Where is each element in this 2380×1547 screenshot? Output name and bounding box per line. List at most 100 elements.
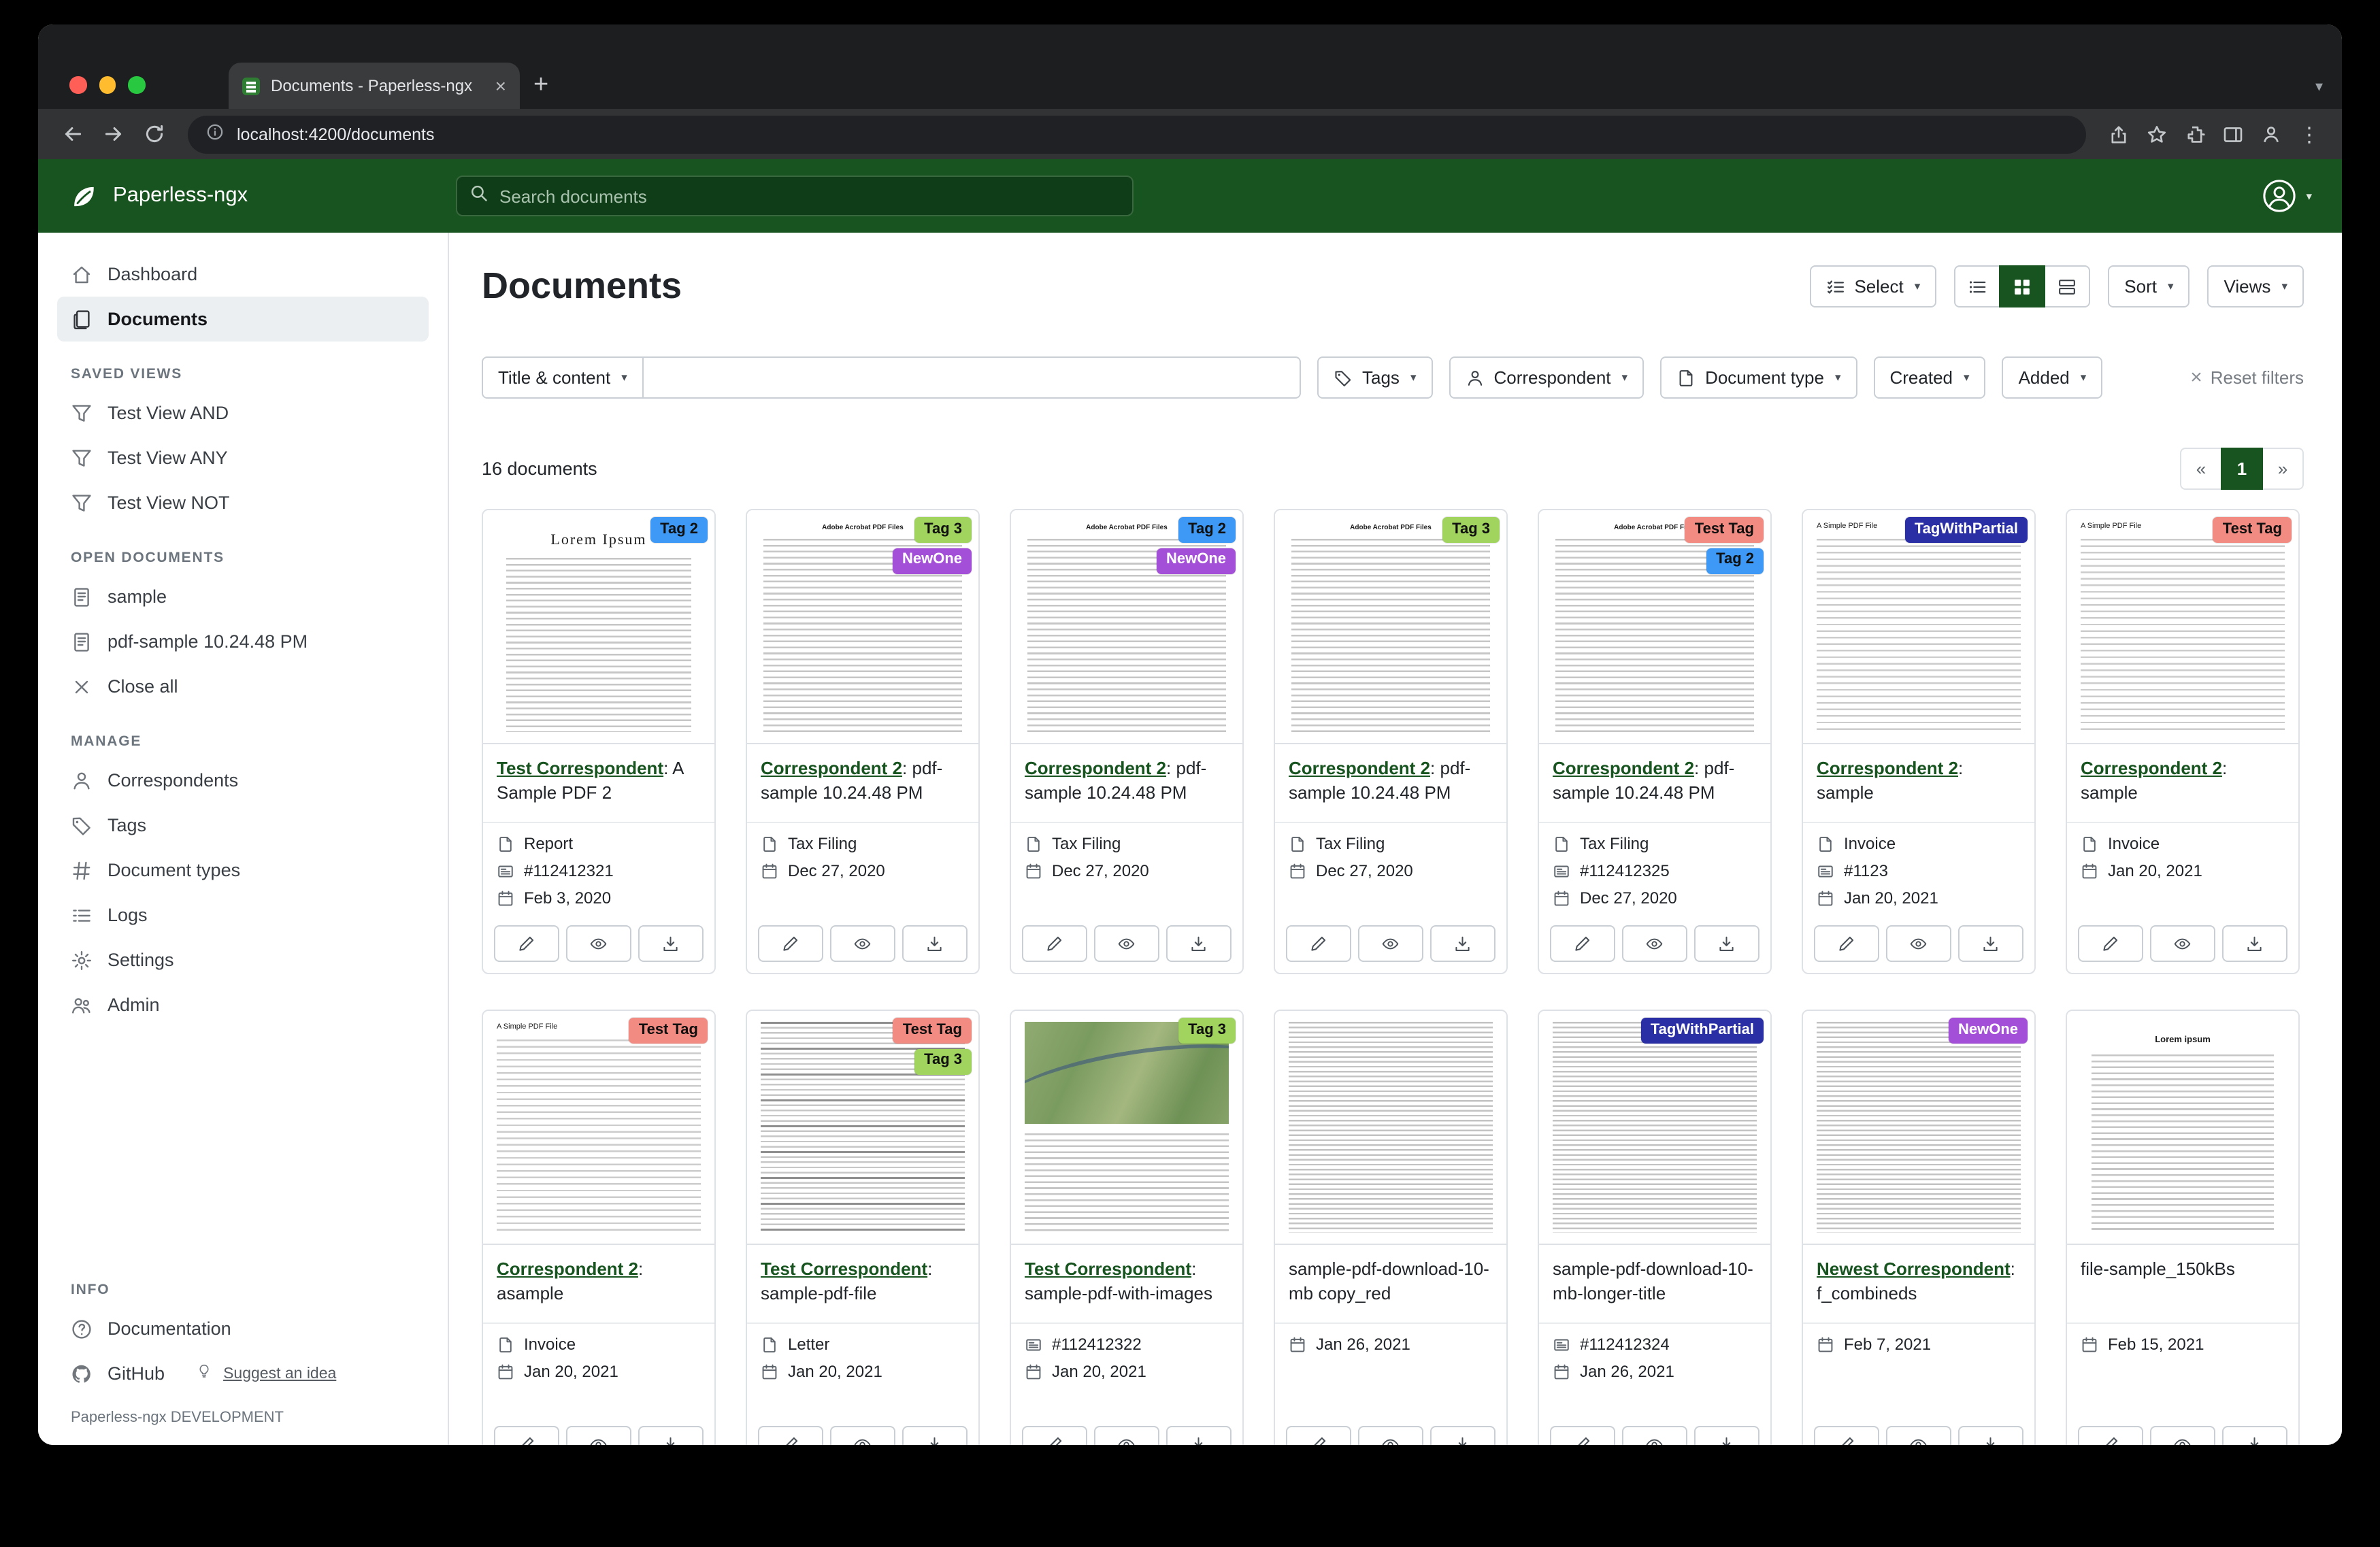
correspondent-link[interactable]: Newest Correspondent [1817, 1259, 2011, 1279]
correspondent-filter-button[interactable]: Correspondent▾ [1449, 356, 1644, 399]
sidebar-item-dashboard[interactable]: Dashboard [57, 252, 429, 297]
download-button[interactable] [902, 1426, 968, 1445]
correspondent-link[interactable]: Correspondent 2 [1553, 758, 1694, 778]
views-button[interactable]: Views▾ [2208, 265, 2304, 307]
view-button[interactable] [1094, 1426, 1159, 1445]
sidebar-item-github[interactable]: GitHub Suggest an idea [57, 1351, 429, 1396]
reload-button[interactable] [136, 116, 171, 152]
view-button[interactable] [2150, 925, 2215, 962]
sidebar-item-pdf-sample-10-24-48-pm[interactable]: pdf-sample 10.24.48 PM [57, 619, 429, 664]
document-thumbnail[interactable]: Tag 2NewOne Adobe Acrobat PDF Files [1011, 510, 1242, 744]
forward-button[interactable] [95, 116, 131, 152]
download-button[interactable] [1958, 925, 2023, 962]
correspondent-link[interactable]: Correspondent 2 [2081, 758, 2222, 778]
sidebar-item-test-view-any[interactable]: Test View ANY [57, 435, 429, 480]
download-button[interactable] [1166, 925, 1232, 962]
tab-close-icon[interactable]: × [495, 76, 506, 95]
edit-button[interactable] [1022, 1426, 1087, 1445]
tag-badge[interactable]: NewOne [1157, 548, 1236, 574]
document-thumbnail[interactable]: NewOne [1803, 1011, 2034, 1245]
correspondent-link[interactable]: Correspondent 2 [1817, 758, 1958, 778]
edit-button[interactable] [1814, 925, 1879, 962]
view-button[interactable] [1358, 925, 1423, 962]
correspondent-link[interactable]: Test Correspondent [497, 758, 663, 778]
document-thumbnail[interactable]: TagWithPartial A Simple PDF File [1803, 510, 2034, 744]
download-button[interactable] [2222, 925, 2287, 962]
list-view-button[interactable] [1954, 265, 2000, 307]
sidebar-item-documents[interactable]: Documents [57, 297, 429, 342]
document-card[interactable]: Lorem ipsum file-sample_150kBs Feb 15, 2… [2066, 1010, 2300, 1445]
sidebar-item-sample[interactable]: sample [57, 574, 429, 619]
edit-button[interactable] [494, 925, 559, 962]
profile-avatar-icon[interactable] [2255, 118, 2287, 150]
download-button[interactable] [638, 925, 704, 962]
document-card[interactable]: Tag 3NewOne Adobe Acrobat PDF Files Corr… [746, 509, 980, 974]
sidebar-item-test-view-and[interactable]: Test View AND [57, 390, 429, 435]
edit-button[interactable] [1286, 1426, 1351, 1445]
browser-menu-icon[interactable]: ⋮ [2293, 118, 2326, 150]
tag-badge[interactable]: Tag 3 [1178, 1018, 1236, 1044]
tag-badge[interactable]: Tag 3 [914, 1049, 972, 1075]
document-thumbnail[interactable]: Test Tag A Simple PDF File [483, 1011, 714, 1245]
correspondent-link[interactable]: Test Correspondent [761, 1259, 927, 1279]
download-button[interactable] [1694, 925, 1759, 962]
filter-field-dropdown[interactable]: Title & content▾ [482, 356, 644, 399]
tab-search-icon[interactable]: ▾ [2315, 78, 2323, 95]
app-logo[interactable]: Paperless-ngx [68, 180, 456, 212]
user-menu[interactable]: ▾ [2261, 178, 2312, 214]
back-button[interactable] [54, 116, 90, 152]
address-bar[interactable]: localhost:4200/documents [188, 115, 2086, 153]
download-button[interactable] [1430, 1426, 1495, 1445]
tag-badge[interactable]: Tag 2 [1178, 517, 1236, 543]
correspondent-link[interactable]: Correspondent 2 [497, 1259, 638, 1279]
view-button[interactable] [1886, 925, 1951, 962]
created-filter-button[interactable]: Created▾ [1874, 356, 1986, 399]
document-card[interactable]: NewOne Newest Correspondent: f_combineds… [1802, 1010, 2036, 1445]
title-content-input[interactable] [644, 356, 1301, 399]
sort-button[interactable]: Sort▾ [2108, 265, 2189, 307]
bookmark-star-icon[interactable] [2141, 118, 2173, 150]
edit-button[interactable] [758, 1426, 823, 1445]
added-filter-button[interactable]: Added▾ [2002, 356, 2103, 399]
share-icon[interactable] [2102, 118, 2135, 150]
zoom-window-button[interactable] [128, 76, 145, 93]
tag-badge[interactable]: Tag 2 [1706, 548, 1764, 574]
document-card[interactable]: Tag 3 Test Correspondent: sample-pdf-wit… [1010, 1010, 1244, 1445]
document-thumbnail[interactable]: Test TagTag 3 [747, 1011, 978, 1245]
view-button[interactable] [566, 1426, 631, 1445]
sidebar-item-close-all[interactable]: Close all [57, 664, 429, 709]
close-window-button[interactable] [69, 76, 86, 93]
document-card[interactable]: Tag 3 Adobe Acrobat PDF Files Correspond… [1274, 509, 1508, 974]
detail-view-button[interactable] [2044, 265, 2090, 307]
view-button[interactable] [1886, 1426, 1951, 1445]
document-card[interactable]: TagWithPartial sample-pdf-download-10-mb… [1538, 1010, 1772, 1445]
grid-view-button[interactable] [1999, 265, 2045, 307]
view-button[interactable] [830, 1426, 895, 1445]
document-thumbnail[interactable]: Tag 3 Adobe Acrobat PDF Files [1275, 510, 1506, 744]
correspondent-link[interactable]: Test Correspondent [1025, 1259, 1191, 1279]
document-thumbnail[interactable]: TagWithPartial [1539, 1011, 1770, 1245]
document-thumbnail[interactable]: Lorem ipsum [2067, 1011, 2298, 1245]
tag-badge[interactable]: NewOne [1949, 1018, 2028, 1044]
suggest-idea-link[interactable]: Suggest an idea [196, 1363, 336, 1384]
document-card[interactable]: Tag 2 Lorem Ipsum Test Correspondent: A … [482, 509, 716, 974]
download-button[interactable] [1958, 1426, 2023, 1445]
tag-badge[interactable]: Test Tag [1685, 517, 1764, 543]
download-button[interactable] [1694, 1426, 1759, 1445]
document-thumbnail[interactable]: Tag 3 [1011, 1011, 1242, 1245]
sidebar-item-logs[interactable]: Logs [57, 893, 429, 937]
view-button[interactable] [830, 925, 895, 962]
document-card[interactable]: Test TagTag 2 Adobe Acrobat PDF Files Co… [1538, 509, 1772, 974]
view-button[interactable] [1622, 1426, 1687, 1445]
document-thumbnail[interactable] [1275, 1011, 1506, 1245]
edit-button[interactable] [494, 1426, 559, 1445]
edit-button[interactable] [758, 925, 823, 962]
tag-badge[interactable]: Test Tag [2213, 517, 2292, 543]
download-button[interactable] [2222, 1426, 2287, 1445]
tag-badge[interactable]: Tag 2 [650, 517, 708, 543]
sidebar-item-admin[interactable]: Admin [57, 982, 429, 1027]
sidebar-item-documentation[interactable]: Documentation [57, 1306, 429, 1351]
document-card[interactable]: Test Tag A Simple PDF File Correspondent… [2066, 509, 2300, 974]
correspondent-link[interactable]: Correspondent 2 [1025, 758, 1166, 778]
edit-button[interactable] [2078, 925, 2143, 962]
